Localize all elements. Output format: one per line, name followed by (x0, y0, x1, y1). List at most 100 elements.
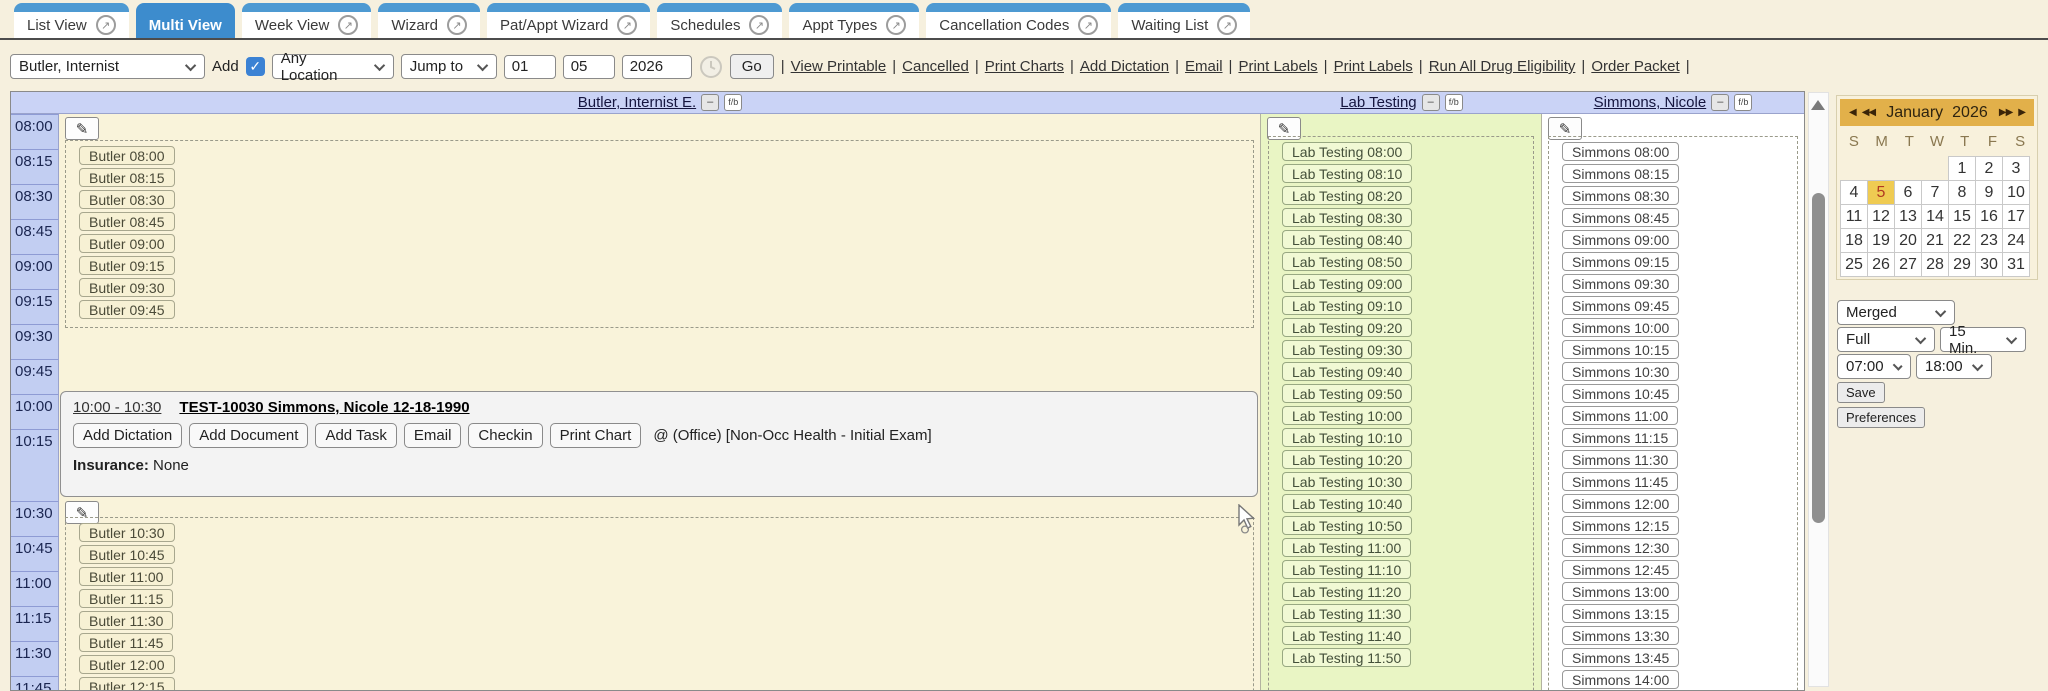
slot-button-simmons-12-45[interactable]: Simmons 12:45 (1562, 560, 1679, 579)
calendar-day[interactable]: 21 (1921, 228, 1949, 253)
calendar-day[interactable]: 1 (1948, 156, 1976, 181)
slot-button-lab-testing-08-30[interactable]: Lab Testing 08:30 (1282, 208, 1412, 227)
calendar-prev-fast-icon[interactable]: ◀◀ (1859, 107, 1878, 118)
slot-button-lab-testing-11-00[interactable]: Lab Testing 11:00 (1282, 538, 1411, 557)
toolbar-link-order-packet[interactable]: Order Packet (1591, 58, 1679, 75)
slot-button-lab-testing-08-10[interactable]: Lab Testing 08:10 (1282, 164, 1412, 183)
popout-icon[interactable]: ↗ (1078, 15, 1098, 35)
slot-button-lab-testing-11-50[interactable]: Lab Testing 11:50 (1282, 648, 1411, 667)
print-chart-button[interactable]: Print Chart (550, 423, 642, 448)
preferences-button[interactable]: Preferences (1837, 407, 1925, 428)
slot-button-lab-testing-09-40[interactable]: Lab Testing 09:40 (1282, 362, 1412, 381)
slot-button-simmons-09-15[interactable]: Simmons 09:15 (1562, 252, 1679, 271)
slot-button-simmons-09-00[interactable]: Simmons 09:00 (1562, 230, 1679, 249)
calendar-day[interactable]: 16 (1975, 204, 2003, 229)
slot-button-lab-testing-11-40[interactable]: Lab Testing 11:40 (1282, 626, 1411, 645)
slot-button-simmons-12-30[interactable]: Simmons 12:30 (1562, 538, 1679, 557)
slot-button-lab-testing-10-20[interactable]: Lab Testing 10:20 (1282, 450, 1412, 469)
tab-waiting-list[interactable]: Waiting List↗ (1118, 3, 1250, 38)
slot-button-lab-testing-09-00[interactable]: Lab Testing 09:00 (1282, 274, 1412, 293)
calendar-day[interactable]: 17 (2002, 204, 2030, 229)
calendar-day[interactable]: 29 (1948, 252, 1976, 277)
calendar-day[interactable]: 3 (2002, 156, 2030, 181)
add-dictation-button[interactable]: Add Dictation (73, 423, 182, 448)
slot-button-lab-testing-10-00[interactable]: Lab Testing 10:00 (1282, 406, 1412, 425)
popout-icon[interactable]: ↗ (447, 15, 467, 35)
calendar-day[interactable]: 14 (1921, 204, 1949, 229)
slot-button-simmons-13-15[interactable]: Simmons 13:15 (1562, 604, 1679, 623)
day-end-select[interactable]: 18:00 (1916, 354, 1992, 379)
slot-button-lab-testing-10-10[interactable]: Lab Testing 10:10 (1282, 428, 1412, 447)
calendar-day[interactable]: 13 (1894, 204, 1922, 229)
slot-button-simmons-09-45[interactable]: Simmons 09:45 (1562, 296, 1679, 315)
slot-button-butler-11-30[interactable]: Butler 11:30 (79, 611, 173, 630)
popout-icon[interactable]: ↗ (886, 15, 906, 35)
slot-button-butler-10-30[interactable]: Butler 10:30 (79, 523, 175, 542)
slot-button-lab-testing-08-00[interactable]: Lab Testing 08:00 (1282, 142, 1412, 161)
popout-icon[interactable]: ↗ (96, 15, 116, 35)
calendar-day[interactable]: 2 (1975, 156, 2003, 181)
collapse-column-button[interactable]: – (701, 94, 719, 111)
calendar-day[interactable]: 7 (1921, 180, 1949, 205)
jump-to-select[interactable]: Jump to (401, 54, 497, 79)
add-checkbox[interactable]: ✓ (246, 57, 265, 76)
calendar-day[interactable]: 25 (1840, 252, 1868, 277)
fb-button[interactable]: f/b (724, 94, 742, 111)
toolbar-link-print-labels[interactable]: Print Labels (1334, 58, 1413, 75)
interval-select[interactable]: 15 Min. (1940, 327, 2026, 352)
slot-button-butler-08-45[interactable]: Butler 08:45 (79, 212, 175, 231)
slot-button-simmons-09-30[interactable]: Simmons 09:30 (1562, 274, 1679, 293)
slot-button-simmons-12-15[interactable]: Simmons 12:15 (1562, 516, 1679, 535)
email-button[interactable]: Email (404, 423, 462, 448)
provider-name-link[interactable]: Butler, Internist E. (578, 94, 696, 111)
merged-select[interactable]: Merged (1837, 300, 1955, 325)
appointment-block[interactable]: 10:00 - 10:30 TEST-10030 Simmons, Nicole… (60, 391, 1258, 497)
vertical-scrollbar[interactable] (1808, 92, 1829, 687)
slot-button-lab-testing-08-40[interactable]: Lab Testing 08:40 (1282, 230, 1412, 249)
fb-button[interactable]: f/b (1445, 94, 1463, 111)
tab-multi-view[interactable]: Multi View (136, 3, 235, 38)
add-document-button[interactable]: Add Document (189, 423, 308, 448)
slot-button-simmons-13-30[interactable]: Simmons 13:30 (1562, 626, 1679, 645)
slot-button-simmons-14-00[interactable]: Simmons 14:00 (1562, 670, 1679, 689)
tab-cancellation-codes[interactable]: Cancellation Codes↗ (926, 3, 1111, 38)
checkin-button[interactable]: Checkin (468, 423, 542, 448)
date-year-input[interactable]: 2026 (622, 55, 692, 79)
slot-button-simmons-11-45[interactable]: Simmons 11:45 (1562, 472, 1678, 491)
slot-button-lab-testing-09-50[interactable]: Lab Testing 09:50 (1282, 384, 1412, 403)
slot-button-butler-12-00[interactable]: Butler 12:00 (79, 655, 175, 674)
tab-week-view[interactable]: Week View↗ (242, 3, 371, 38)
add-task-button[interactable]: Add Task (315, 423, 396, 448)
slot-button-butler-09-30[interactable]: Butler 09:30 (79, 278, 175, 297)
slot-button-butler-08-00[interactable]: Butler 08:00 (79, 146, 175, 165)
toolbar-link-print-labels[interactable]: Print Labels (1238, 58, 1317, 75)
fb-button[interactable]: f/b (1734, 94, 1752, 111)
slot-button-simmons-08-45[interactable]: Simmons 08:45 (1562, 208, 1679, 227)
calendar-day[interactable]: 31 (2002, 252, 2030, 277)
slot-button-simmons-10-00[interactable]: Simmons 10:00 (1562, 318, 1679, 337)
day-start-select[interactable]: 07:00 (1837, 354, 1911, 379)
slot-button-lab-testing-10-30[interactable]: Lab Testing 10:30 (1282, 472, 1412, 491)
calendar-day[interactable]: 24 (2002, 228, 2030, 253)
appointment-patient-link[interactable]: TEST-10030 Simmons, Nicole 12-18-1990 (179, 399, 469, 416)
slot-button-butler-11-15[interactable]: Butler 11:15 (79, 589, 173, 608)
popout-icon[interactable]: ↗ (338, 15, 358, 35)
edit-slot-button[interactable]: ✎ (65, 117, 99, 140)
slot-button-lab-testing-11-20[interactable]: Lab Testing 11:20 (1282, 582, 1411, 601)
slot-button-lab-testing-09-30[interactable]: Lab Testing 09:30 (1282, 340, 1412, 359)
popout-icon[interactable]: ↗ (749, 15, 769, 35)
slot-button-butler-12-15[interactable]: Butler 12:15 (79, 677, 175, 691)
slot-button-lab-testing-08-20[interactable]: Lab Testing 08:20 (1282, 186, 1412, 205)
location-select[interactable]: Any Location (272, 54, 394, 79)
slot-button-simmons-10-15[interactable]: Simmons 10:15 (1562, 340, 1679, 359)
slot-button-lab-testing-10-50[interactable]: Lab Testing 10:50 (1282, 516, 1412, 535)
popout-icon[interactable]: ↗ (617, 15, 637, 35)
provider-select[interactable]: Butler, Internist (10, 54, 205, 79)
slot-button-lab-testing-11-30[interactable]: Lab Testing 11:30 (1282, 604, 1411, 623)
appointment-time-link[interactable]: 10:00 - 10:30 (73, 399, 161, 416)
slot-button-simmons-08-00[interactable]: Simmons 08:00 (1562, 142, 1679, 161)
toolbar-link-run-all-drug-eligibility[interactable]: Run All Drug Eligibility (1429, 58, 1576, 75)
calendar-day[interactable]: 9 (1975, 180, 2003, 205)
slot-button-butler-08-30[interactable]: Butler 08:30 (79, 190, 175, 209)
slot-button-simmons-11-30[interactable]: Simmons 11:30 (1562, 450, 1678, 469)
